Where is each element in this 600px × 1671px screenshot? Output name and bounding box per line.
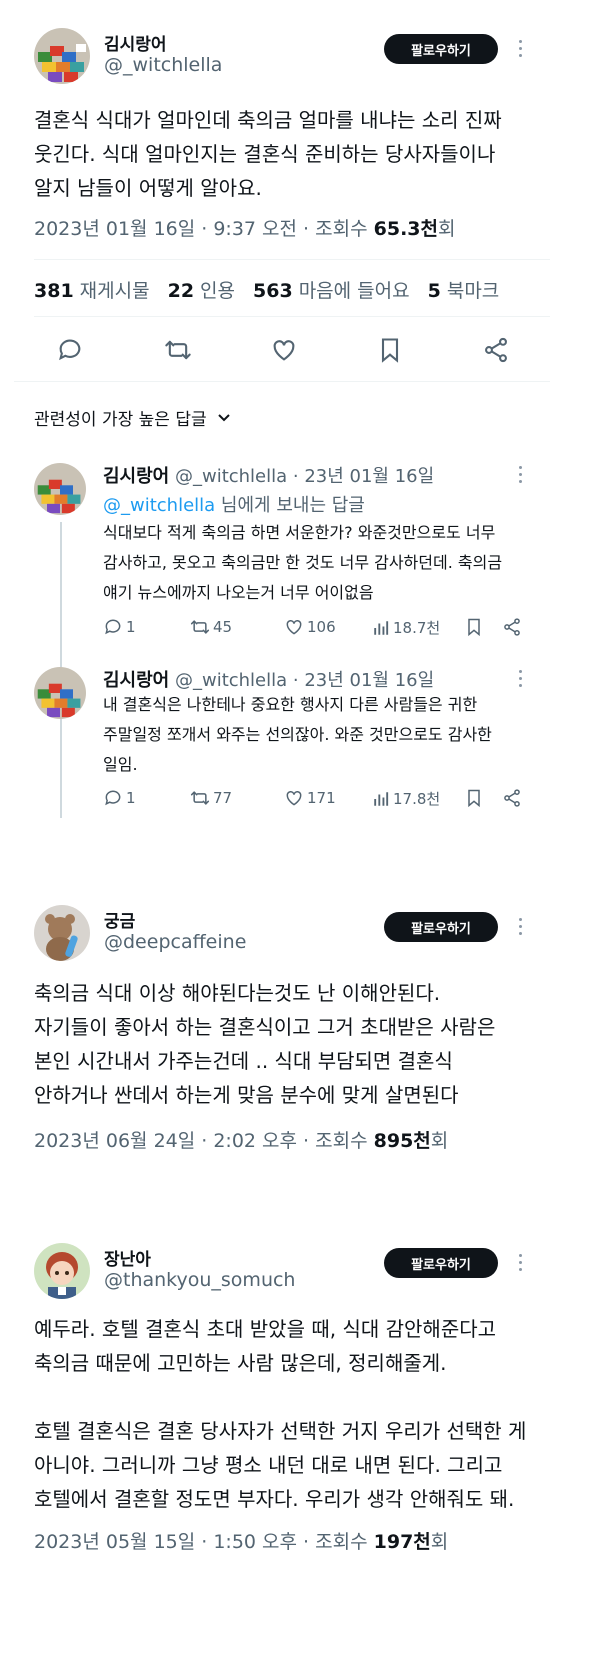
timestamp[interactable]: 2023년 05월 15일 · 1:50 오후 · 조회수	[34, 1531, 374, 1553]
reply-icon	[105, 619, 121, 635]
replying-to-suffix: 님에게 보내는 답글	[215, 495, 365, 516]
like-count-button[interactable]: 106	[284, 617, 336, 637]
reply-handle-date[interactable]: @_witchlella · 23년 01월 16일	[169, 670, 434, 691]
retweet-icon[interactable]	[164, 336, 192, 364]
timestamp[interactable]: 2023년 06월 24일 · 2:02 오후 · 조회수	[34, 1130, 374, 1152]
bookmark-icon[interactable]	[464, 788, 484, 808]
tweet-meta: 2023년 01월 16일 · 9:37 오전 · 조회수 65.3천회	[34, 214, 455, 241]
author-name[interactable]: 궁금	[104, 907, 135, 932]
share-icon[interactable]	[482, 336, 510, 364]
avatar-anime[interactable]	[34, 1243, 90, 1299]
view-suffix: 회	[430, 1531, 449, 1553]
more-icon[interactable]	[515, 1254, 525, 1271]
author-handle[interactable]: @thankyou_somuch	[104, 1269, 295, 1291]
avatar-lego[interactable]	[34, 463, 86, 515]
views-count-button[interactable]: 18.7천	[372, 617, 440, 638]
follow-button[interactable]: 팔로우하기	[384, 912, 498, 942]
divider	[14, 381, 550, 382]
more-icon[interactable]	[515, 466, 525, 483]
avatar-lego[interactable]	[34, 667, 86, 719]
like-count-button[interactable]: 171	[284, 788, 336, 808]
reply-author-name[interactable]: 김시랑어	[103, 466, 169, 487]
reply-icon	[105, 790, 121, 806]
engagement-stats: 381 재게시물 22 인용 563 마음에 들어요 5 북마크	[34, 276, 499, 303]
view-suffix: 회	[430, 1130, 449, 1152]
more-icon[interactable]	[515, 918, 525, 935]
quote-stat[interactable]: 22 인용	[168, 276, 235, 303]
author-name[interactable]: 장난아	[104, 1245, 151, 1270]
share-icon[interactable]	[502, 788, 522, 808]
tweet-body: 예두라. 호텔 결혼식 초대 받았을 때, 식대 감안해준다고 축의금 때문에 …	[34, 1317, 527, 1511]
share-icon[interactable]	[502, 617, 522, 637]
retweet-icon	[190, 791, 210, 805]
follow-button[interactable]: 팔로우하기	[384, 34, 498, 64]
reply-text: 식대보다 적게 축의금 하면 서운한가? 와준것만으로도 너무 감사하고, 못오…	[103, 523, 503, 602]
author-handle[interactable]: @deepcaffeine	[104, 931, 246, 953]
avatar-lego[interactable]	[34, 28, 90, 84]
like-icon	[286, 790, 302, 806]
retweet-count-button[interactable]: 45	[190, 617, 232, 637]
bookmark-icon[interactable]	[464, 617, 484, 637]
bookmark-stat[interactable]: 5 북마크	[428, 276, 500, 303]
reply-header: 김시랑어 @_witchlella · 23년 01월 16일	[103, 666, 434, 692]
analytics-icon	[374, 620, 389, 635]
reply-author-name[interactable]: 김시랑어	[103, 670, 169, 691]
divider	[34, 316, 550, 317]
reply-sort-dropdown[interactable]: 관련성이 가장 높은 답글	[34, 405, 231, 430]
view-count: 197천	[373, 1531, 431, 1553]
author-handle[interactable]: @_witchlella	[104, 54, 222, 76]
retweet-icon	[190, 620, 210, 634]
reply-handle-date[interactable]: @_witchlella · 23년 01월 16일	[169, 466, 434, 487]
reply-count-button[interactable]: 1	[103, 617, 136, 637]
reply-count-button[interactable]: 1	[103, 788, 136, 808]
follow-button[interactable]: 팔로우하기	[384, 1248, 498, 1278]
bookmark-icon[interactable]	[376, 336, 404, 364]
tweet-meta: 2023년 06월 24일 · 2:02 오후 · 조회수 895천회	[34, 1126, 448, 1153]
divider	[34, 259, 550, 260]
view-count: 65.3천	[373, 218, 438, 240]
author-name[interactable]: 김시랑어	[104, 30, 167, 55]
retweet-count-button[interactable]: 77	[190, 788, 232, 808]
tweet-body: 결혼식 식대가 얼마인데 축의금 얼마를 내냐는 소리 진짜 웃긴다. 식대 얼…	[34, 108, 502, 200]
tweet-body: 축의금 식대 이상 해야된다는것도 난 이해안된다. 자기들이 좋아서 하는 결…	[34, 981, 496, 1107]
view-count: 895천	[373, 1130, 431, 1152]
mention-link[interactable]: @_witchlella	[103, 495, 215, 516]
reply-header: 김시랑어 @_witchlella · 23년 01월 16일	[103, 462, 434, 488]
reply-icon[interactable]	[56, 336, 84, 364]
reply-text: 내 결혼식은 나한테나 중요한 행사지 다른 사람들은 귀한 주말일정 쪼개서 …	[103, 695, 492, 774]
sort-label: 관련성이 가장 높은 답글	[34, 410, 207, 430]
retweet-stat[interactable]: 381 재게시물	[34, 276, 150, 303]
more-icon[interactable]	[515, 670, 525, 687]
like-stat[interactable]: 563 마음에 들어요	[253, 276, 410, 303]
chevron-down-icon	[217, 411, 231, 425]
views-count-button[interactable]: 17.8천	[372, 788, 440, 809]
tweet-meta: 2023년 05월 15일 · 1:50 오후 · 조회수 197천회	[34, 1527, 448, 1554]
more-icon[interactable]	[515, 40, 525, 57]
replying-to: @_witchlella 님에게 보내는 답글	[103, 491, 365, 517]
timestamp[interactable]: 2023년 01월 16일 · 9:37 오전 · 조회수	[34, 218, 374, 240]
like-icon	[286, 619, 302, 635]
avatar-teddy[interactable]	[34, 905, 90, 961]
analytics-icon	[374, 791, 389, 806]
view-suffix: 회	[437, 218, 456, 240]
like-icon[interactable]	[270, 336, 298, 364]
